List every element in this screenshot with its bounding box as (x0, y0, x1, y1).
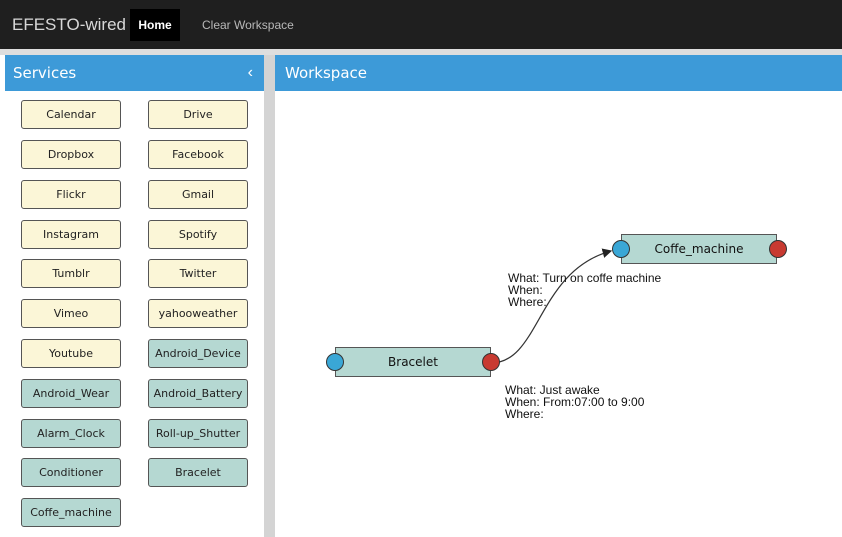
trigger-where: Where: (505, 407, 544, 421)
service-facebook[interactable]: Facebook (148, 140, 248, 169)
nav-home-button[interactable]: Home (130, 9, 180, 41)
services-header: Services ‹ (5, 55, 265, 91)
service-calendar[interactable]: Calendar (21, 100, 121, 129)
service-yahooweather[interactable]: yahooweather (148, 299, 248, 328)
service-drive[interactable]: Drive (148, 100, 248, 129)
coffe-machine-output-port[interactable] (769, 240, 787, 258)
service-vimeo[interactable]: Vimeo (21, 299, 121, 328)
service-android-device[interactable]: Android_Device (148, 339, 248, 368)
bracelet-input-port[interactable] (326, 353, 344, 371)
nav-clear-workspace-button[interactable]: Clear Workspace (202, 9, 294, 41)
service-spotify[interactable]: Spotify (148, 220, 248, 249)
service-coffe-machine[interactable]: Coffe_machine (21, 498, 121, 527)
action-annotation: What: Turn on coffe machine When: Where: (508, 272, 661, 308)
services-title: Services (13, 64, 77, 82)
service-dropbox[interactable]: Dropbox (21, 140, 121, 169)
service-twitter[interactable]: Twitter (148, 259, 248, 288)
action-where: Where: (508, 295, 547, 309)
workspace-canvas[interactable]: Bracelet Coffe_machine What: Turn on cof… (275, 91, 842, 537)
service-android-battery[interactable]: Android_Battery (148, 379, 248, 408)
service-tumblr[interactable]: Tumblr (21, 259, 121, 288)
service-bracelet[interactable]: Bracelet (148, 458, 248, 487)
trigger-annotation: What: Just awake When: From:07:00 to 9:0… (505, 384, 644, 420)
coffe-machine-input-port[interactable] (612, 240, 630, 258)
service-conditioner[interactable]: Conditioner (21, 458, 121, 487)
bracelet-output-port[interactable] (482, 353, 500, 371)
top-navbar: EFESTO-wired Home Clear Workspace (0, 0, 842, 49)
workspace-title: Workspace (285, 64, 367, 82)
app-brand[interactable]: EFESTO-wired (12, 0, 126, 49)
service-flickr[interactable]: Flickr (21, 180, 121, 209)
service-youtube[interactable]: Youtube (21, 339, 121, 368)
services-sidebar: Services ‹ Calendar Drive Dropbox Facebo… (0, 55, 265, 537)
panel-splitter[interactable] (264, 55, 275, 537)
service-android-wear[interactable]: Android_Wear (21, 379, 121, 408)
workspace-header: Workspace (275, 55, 842, 91)
node-bracelet[interactable]: Bracelet (335, 347, 491, 377)
service-alarm-clock[interactable]: Alarm_Clock (21, 419, 121, 448)
chevron-left-icon[interactable]: ‹ (248, 55, 253, 91)
service-instagram[interactable]: Instagram (21, 220, 121, 249)
wire-layer (490, 248, 613, 364)
node-coffe-machine[interactable]: Coffe_machine (621, 234, 777, 264)
service-roll-up-shutter[interactable]: Roll-up_Shutter (148, 419, 248, 448)
service-gmail[interactable]: Gmail (148, 180, 248, 209)
